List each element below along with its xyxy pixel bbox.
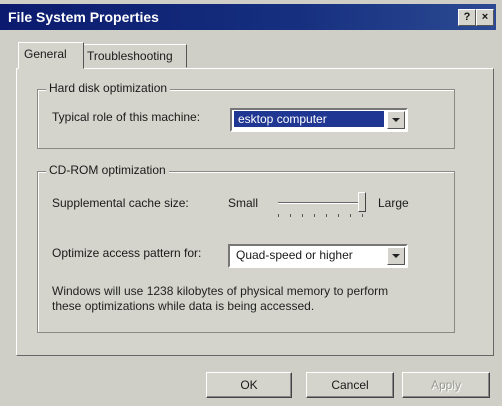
title-bar[interactable]: File System Properties ? × xyxy=(0,4,496,30)
ok-button-label: OK xyxy=(240,378,258,392)
machine-role-label: Typical role of this machine: xyxy=(52,110,201,124)
hard-disk-legend: Hard disk optimization xyxy=(46,81,171,95)
tab-troubleshooting-label: Troubleshooting xyxy=(87,49,173,63)
access-pattern-value: Quad-speed or higher xyxy=(236,248,353,262)
access-pattern-label: Optimize access pattern for: xyxy=(52,246,202,260)
slider-tick xyxy=(326,214,327,217)
slider-track[interactable] xyxy=(278,202,362,204)
cancel-button[interactable]: Cancel xyxy=(306,372,394,398)
memory-info-line-1: Windows will use 1238 kilobytes of physi… xyxy=(52,284,389,298)
slider-tick xyxy=(350,214,351,217)
general-tab-panel: Hard disk optimization Typical role of t… xyxy=(16,68,494,356)
machine-role-dropdown[interactable]: esktop computer xyxy=(230,108,408,132)
chevron-down-icon[interactable] xyxy=(387,247,405,265)
machine-role-value: esktop computer xyxy=(234,111,384,127)
window-title: File System Properties xyxy=(8,9,159,25)
memory-info-line-2: these optimizations while data is being … xyxy=(52,299,315,313)
close-icon: × xyxy=(481,11,489,23)
cdrom-group: CD-ROM optimization Supplemental cache s… xyxy=(37,163,455,333)
slider-tick xyxy=(290,214,291,217)
slider-tick xyxy=(302,214,303,217)
ok-button[interactable]: OK xyxy=(206,372,292,398)
slider-tick xyxy=(338,214,339,217)
access-pattern-dropdown[interactable]: Quad-speed or higher xyxy=(228,244,408,268)
chevron-down-icon[interactable] xyxy=(387,111,405,129)
slider-min-label: Small xyxy=(228,196,259,210)
slider-tick xyxy=(314,214,315,217)
close-button[interactable]: × xyxy=(476,9,494,26)
slider-tick xyxy=(278,214,279,217)
apply-button[interactable]: Apply xyxy=(402,372,490,398)
cdrom-legend: CD-ROM optimization xyxy=(46,163,169,177)
help-icon: ? xyxy=(463,11,471,23)
hard-disk-group: Hard disk optimization Typical role of t… xyxy=(37,81,455,149)
cache-size-label: Supplemental cache size: xyxy=(52,196,189,210)
help-button[interactable]: ? xyxy=(458,9,476,26)
tab-troubleshooting[interactable]: Troubleshooting xyxy=(81,44,187,68)
tab-general[interactable]: General xyxy=(18,42,84,69)
file-system-properties-dialog: File System Properties ? × General Troub… xyxy=(0,0,502,406)
slider-max-label: Large xyxy=(378,196,409,210)
memory-info-text: Windows will use 1238 kilobytes of physi… xyxy=(52,284,388,314)
cancel-button-label: Cancel xyxy=(331,378,369,392)
slider-thumb[interactable] xyxy=(358,192,366,212)
slider-tick xyxy=(362,214,363,217)
apply-button-label: Apply xyxy=(430,378,462,392)
tab-general-label: General xyxy=(24,47,67,61)
